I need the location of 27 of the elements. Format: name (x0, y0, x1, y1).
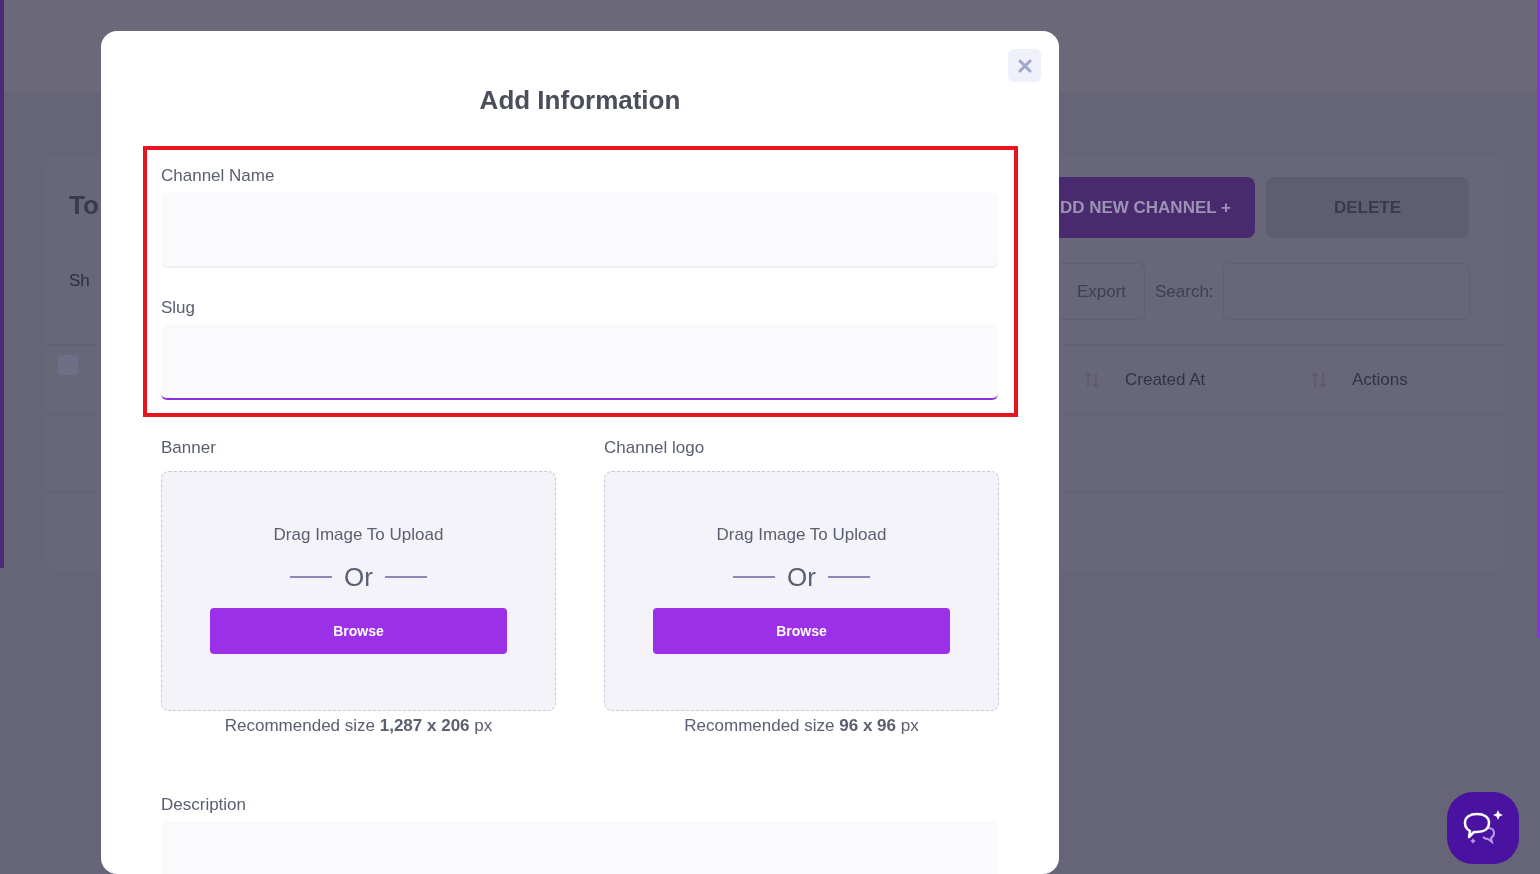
divider-line (733, 576, 776, 578)
field-label: Channel Name (161, 166, 276, 186)
upload-label: Channel logo (604, 438, 706, 458)
upload-dropzone[interactable]: Drag Image To Upload Or Browse (604, 471, 999, 711)
field-label: Slug (161, 298, 197, 318)
chat-button[interactable] (1447, 792, 1519, 864)
close-button[interactable] (1008, 49, 1041, 82)
chat-bubbles-icon (1462, 810, 1504, 846)
drag-prompt: Drag Image To Upload (716, 524, 887, 546)
text-field[interactable] (161, 324, 998, 400)
divider-line (290, 576, 333, 578)
size-hint: Recommended size 1,287 x 206 px (223, 716, 494, 736)
add-channel-button[interactable]: DD NEW CHANNEL + (1059, 177, 1255, 238)
field-label: Description (161, 795, 248, 815)
browse-button[interactable]: Browse (653, 608, 950, 654)
divider-line (827, 576, 870, 578)
divider-line (384, 576, 427, 578)
browse-button[interactable]: Browse (210, 608, 507, 654)
upload-label: Banner (161, 438, 217, 458)
size-hint: Recommended size 96 x 96 px (683, 716, 920, 736)
or-separator: Or (344, 562, 373, 592)
upload-dropzone[interactable]: Drag Image To Upload Or Browse (161, 471, 556, 711)
show-entries-label: Sh (69, 270, 91, 292)
modal-title: Add Information (478, 84, 682, 116)
close-icon (1017, 58, 1032, 73)
drag-prompt: Drag Image To Upload (273, 524, 444, 546)
or-separator: Or (787, 562, 816, 592)
